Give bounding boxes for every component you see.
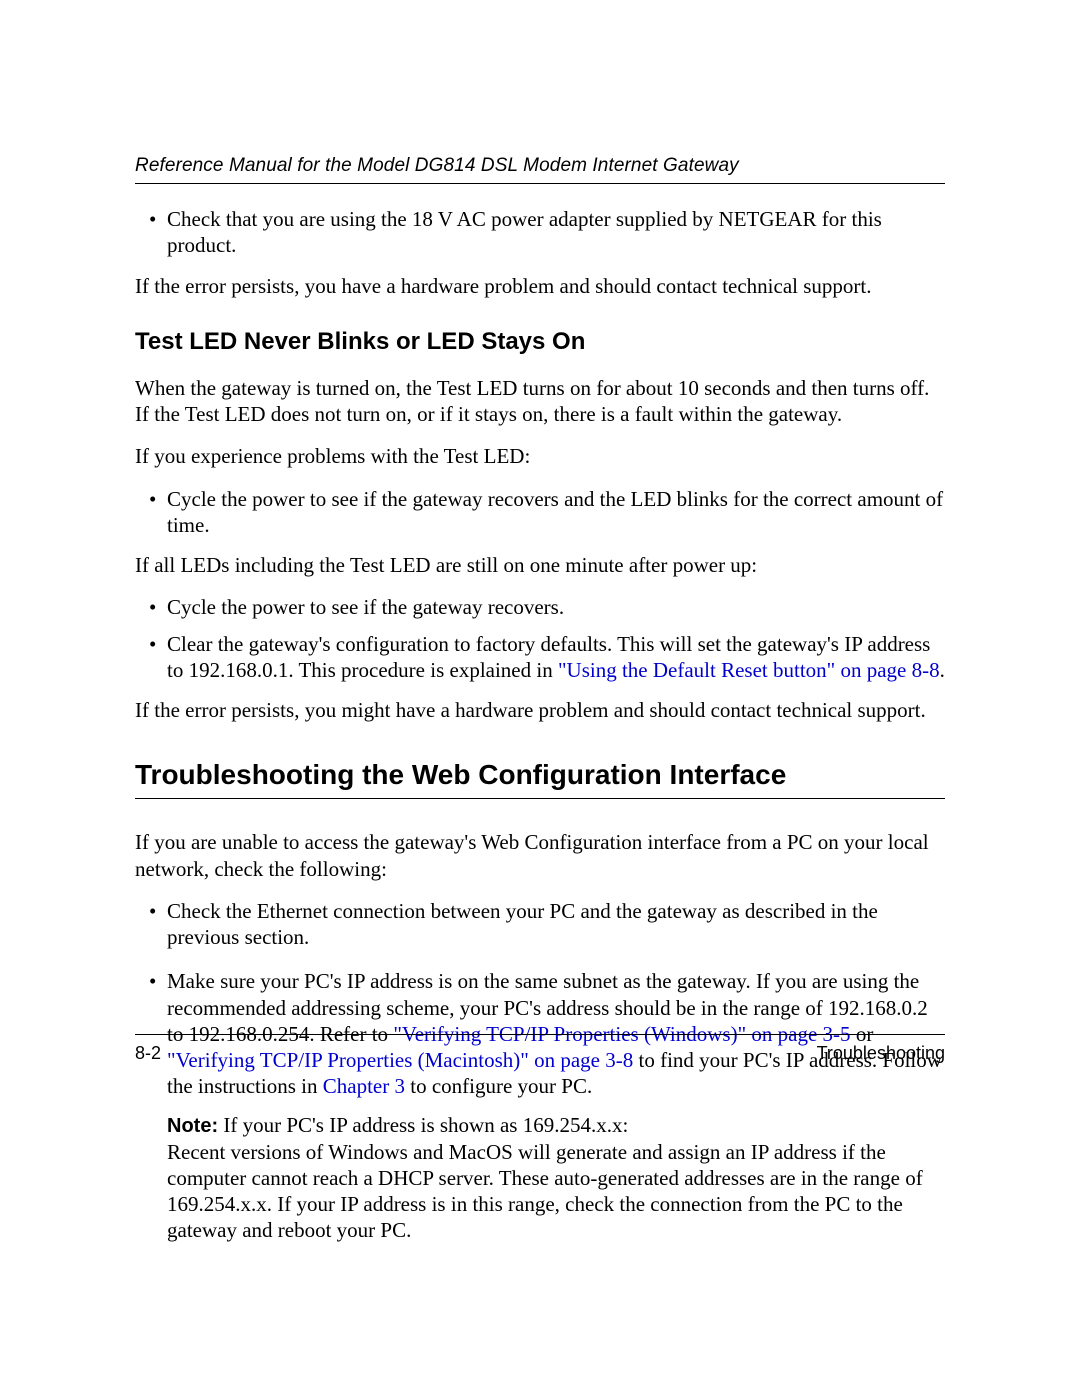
list-item: Cycle the power to see if the gateway re… xyxy=(135,594,945,620)
footer-section-name: Troubleshooting xyxy=(817,1043,945,1064)
intro-bullet-list: Check that you are using the 18 V AC pow… xyxy=(135,206,945,259)
note-label: Note: xyxy=(167,1115,218,1137)
paragraph: When the gateway is turned on, the Test … xyxy=(135,375,945,428)
heading-test-led: Test LED Never Blinks or LED Stays On xyxy=(135,327,945,357)
paragraph: If you are unable to access the gateway'… xyxy=(135,829,945,882)
list-item: Check that you are using the 18 V AC pow… xyxy=(135,206,945,259)
heading-rule xyxy=(135,798,945,799)
paragraph: If all LEDs including the Test LED are s… xyxy=(135,552,945,578)
paragraph: If the error persists, you have a hardwa… xyxy=(135,273,945,299)
footer: 8-2 Troubleshooting xyxy=(135,1034,945,1064)
body: Check that you are using the 18 V AC pow… xyxy=(135,206,945,1244)
text-run: If your PC's IP address is shown as 169.… xyxy=(218,1113,628,1137)
page: Reference Manual for the Model DG814 DSL… xyxy=(0,0,1080,1397)
text-run: to configure your PC. xyxy=(405,1074,592,1098)
paragraph: If the error persists, you might have a … xyxy=(135,697,945,723)
running-header: Reference Manual for the Model DG814 DSL… xyxy=(135,155,945,177)
note-first-line: Note: If your PC's IP address is shown a… xyxy=(167,1112,945,1139)
link-chapter-3[interactable]: Chapter 3 xyxy=(323,1074,405,1098)
bullet-list: Check the Ethernet connection between yo… xyxy=(135,898,945,1100)
text-run: . xyxy=(940,658,945,682)
list-item: Clear the gateway's configuration to fac… xyxy=(135,631,945,684)
page-number: 8-2 xyxy=(135,1043,161,1064)
bullet-list: Cycle the power to see if the gateway re… xyxy=(135,594,945,683)
heading-troubleshooting-web: Troubleshooting the Web Configuration In… xyxy=(135,757,945,792)
link-default-reset[interactable]: "Using the Default Reset button" on page… xyxy=(558,658,940,682)
paragraph: If you experience problems with the Test… xyxy=(135,443,945,469)
header-rule xyxy=(135,183,945,184)
bullet-list: Cycle the power to see if the gateway re… xyxy=(135,486,945,539)
list-item: Cycle the power to see if the gateway re… xyxy=(135,486,945,539)
list-item: Check the Ethernet connection between yo… xyxy=(135,898,945,951)
note-body: Recent versions of Windows and MacOS wil… xyxy=(167,1139,945,1244)
footer-rule xyxy=(135,1034,945,1035)
note-block: Note: If your PC's IP address is shown a… xyxy=(135,1112,945,1244)
